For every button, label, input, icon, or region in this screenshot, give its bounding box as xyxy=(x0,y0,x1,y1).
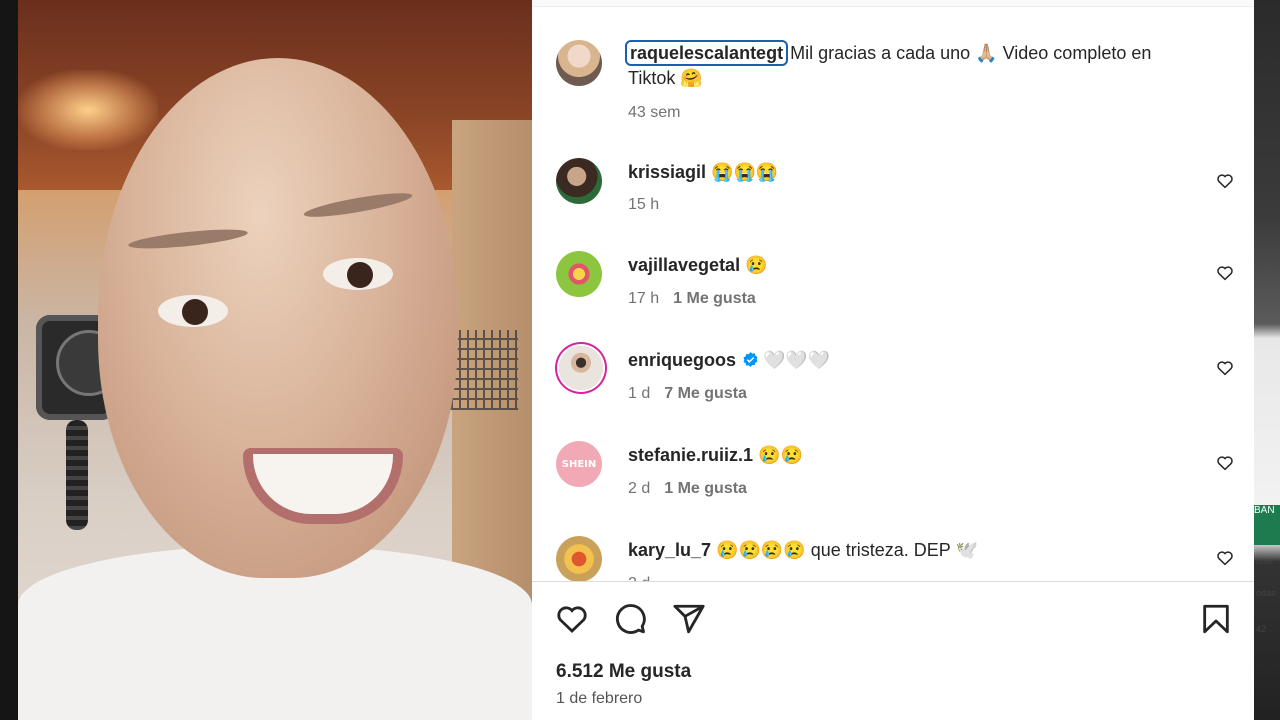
comment-time[interactable]: 15 h xyxy=(628,196,659,213)
post-date[interactable]: 1 de febrero xyxy=(556,690,642,708)
comment-text: 😢😢😢😢 que tristeza. DEP 🕊️ xyxy=(716,540,978,560)
background-text: ntas xyxy=(1256,556,1274,566)
comment-meta: 2 d 1 Me gusta xyxy=(628,480,747,498)
background-page-edge: BAN ntas odas 42 xyxy=(1254,0,1280,720)
comment-username[interactable]: vajillavegetal xyxy=(628,255,740,275)
caption-age: 43 sem xyxy=(628,104,681,121)
comment-likes[interactable]: 1 Me gusta xyxy=(673,290,756,307)
comment-time[interactable]: 17 h xyxy=(628,290,659,307)
comments-scroll-area[interactable]: raquelescalantegt Mil gracias a cada uno… xyxy=(532,0,1254,581)
comment-meta: 17 h 1 Me gusta xyxy=(628,290,756,308)
scene-cord xyxy=(66,420,88,530)
post-video[interactable] xyxy=(18,0,532,720)
comment-text-block: enriquegoos 🤍🤍🤍 xyxy=(628,348,1194,373)
comment-username[interactable]: enriquegoos xyxy=(628,350,736,370)
comment-likes[interactable]: 1 Me gusta xyxy=(664,480,747,497)
comment-likes[interactable]: 7 Me gusta xyxy=(664,385,747,402)
commenter-avatar[interactable] xyxy=(556,158,602,204)
comment-meta: 1 d 7 Me gusta xyxy=(628,385,747,403)
comment-time[interactable]: 2 d xyxy=(628,480,650,497)
commenter-avatar[interactable] xyxy=(556,251,602,297)
verified-badge-icon xyxy=(743,352,758,367)
comment-text-block: krissiagil 😭😭😭 xyxy=(628,160,1194,185)
avatar-logo-text: SHEIN xyxy=(561,458,597,470)
heart-icon[interactable] xyxy=(1216,549,1234,567)
scene-eye-right xyxy=(323,258,393,290)
background-banner: BAN xyxy=(1254,505,1280,545)
commenter-avatar[interactable] xyxy=(559,346,603,390)
author-username[interactable]: raquelescalantegt xyxy=(624,40,789,66)
commenter-avatar[interactable]: SHEIN xyxy=(556,441,602,487)
heart-icon[interactable] xyxy=(1216,172,1234,190)
heart-icon[interactable] xyxy=(1216,454,1234,472)
comment-text: 😢 xyxy=(745,255,768,275)
comment-text-block: kary_lu_7 😢😢😢😢 que tristeza. DEP 🕊️ xyxy=(628,538,1194,563)
background-text: 42 xyxy=(1256,624,1267,634)
actions-divider xyxy=(532,581,1254,582)
author-avatar[interactable] xyxy=(556,40,602,86)
post-likes-count[interactable]: 6.512 Me gusta xyxy=(556,661,691,683)
scene-light xyxy=(18,70,158,150)
comment-text: 😢😢 xyxy=(758,445,803,465)
comment-text: 😭😭😭 xyxy=(711,162,779,182)
comment-time[interactable]: 1 d xyxy=(628,385,650,402)
comments-panel: raquelescalantegt Mil gracias a cada uno… xyxy=(532,0,1254,720)
comment-text: 🤍🤍🤍 xyxy=(763,350,831,370)
comment-text-block: stefanie.ruiiz.1 😢😢 xyxy=(628,443,1194,468)
panel-top-edge xyxy=(532,0,1254,7)
background-text: odas xyxy=(1256,588,1276,598)
heart-icon[interactable] xyxy=(555,602,589,636)
comment-text-block: vajillavegetal 😢 xyxy=(628,253,1194,278)
scene-eye-left xyxy=(158,295,228,327)
bookmark-icon[interactable] xyxy=(1199,602,1233,636)
heart-icon[interactable] xyxy=(1216,359,1234,377)
background-banner-text: BAN xyxy=(1254,505,1275,516)
comment-username[interactable]: stefanie.ruiiz.1 xyxy=(628,445,753,465)
caption-text-block: raquelescalantegt Mil gracias a cada uno… xyxy=(624,40,1194,91)
caption-meta: 43 sem xyxy=(628,104,680,122)
background-left-edge xyxy=(0,0,18,720)
comment-icon[interactable] xyxy=(613,602,647,636)
send-icon[interactable] xyxy=(672,602,706,636)
heart-icon[interactable] xyxy=(1216,264,1234,282)
comment-meta: 15 h xyxy=(628,196,659,214)
comment-username[interactable]: kary_lu_7 xyxy=(628,540,711,560)
commenter-avatar[interactable] xyxy=(556,536,602,581)
comment-username[interactable]: krissiagil xyxy=(628,162,706,182)
